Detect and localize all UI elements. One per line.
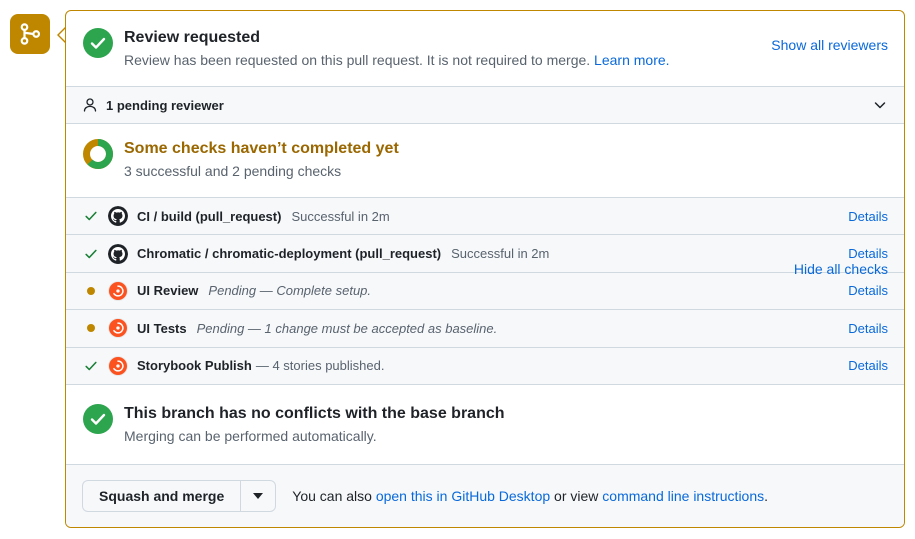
git-merge-icon: [20, 23, 41, 45]
squash-and-merge-button[interactable]: Squash and merge: [82, 479, 241, 512]
review-subtitle-text: Review has been requested on this pull r…: [124, 52, 591, 68]
github-avatar-icon: [108, 243, 128, 264]
github-avatar-icon: [108, 206, 128, 227]
table-row[interactable]: Storybook Publish — 4 stories published.…: [66, 347, 904, 385]
details-link[interactable]: Details: [848, 246, 888, 261]
review-requested-subtitle: Review has been requested on this pull r…: [124, 50, 888, 70]
pending-reviewer-bar[interactable]: 1 pending reviewer: [66, 86, 904, 124]
command-line-instructions-link[interactable]: command line instructions: [602, 488, 764, 504]
table-row[interactable]: UI Tests Pending — 1 change must be acce…: [66, 310, 904, 348]
merge-method-dropdown-button[interactable]: [240, 479, 277, 512]
check-name: Chromatic / chromatic-deployment (pull_r…: [137, 246, 442, 262]
details-link[interactable]: Details: [848, 209, 888, 224]
check-name: UI Review: [137, 283, 199, 299]
review-success-icon: [82, 27, 114, 59]
checks-status-subtitle: 3 successful and 2 pending checks: [124, 163, 342, 179]
merge-box-card: Review requested Review has been request…: [65, 10, 905, 528]
conflicts-title: This branch has no conflicts with the ba…: [124, 404, 505, 422]
timeline-merge-badge: [10, 14, 50, 54]
hide-all-checks-link[interactable]: Hide all checks: [794, 261, 888, 277]
details-link[interactable]: Details: [848, 358, 888, 373]
checks-header-section: Some checks haven’t completed yet 3 succ…: [66, 124, 904, 277]
review-requested-section: Review requested Review has been request…: [66, 11, 904, 86]
chromatic-avatar-icon: [108, 355, 128, 376]
check-description: Pending — Complete setup.: [208, 283, 372, 299]
chromatic-avatar-icon: [108, 318, 128, 339]
learn-more-link[interactable]: Learn more.: [594, 52, 669, 68]
footer-note-suffix: .: [764, 487, 769, 504]
table-row[interactable]: UI Review Pending — Complete setup. Deta…: [66, 272, 904, 311]
check-description: — 4 stories published.: [255, 358, 385, 374]
merge-conflicts-section: This branch has no conflicts with the ba…: [66, 385, 904, 465]
checks-status-title: Some checks haven’t completed yet: [124, 140, 399, 157]
pending-reviewer-label: 1 pending reviewer: [106, 97, 224, 113]
person-icon: [82, 97, 98, 113]
chevron-down-icon: [253, 492, 264, 499]
details-link[interactable]: Details: [848, 283, 888, 298]
checks-list: CI / build (pull_request) Successful in …: [66, 198, 904, 385]
chromatic-avatar-icon: [108, 280, 128, 301]
merge-footer: Squash and merge You can also open this …: [66, 464, 904, 527]
checks-pending-donut-icon: [82, 138, 114, 170]
check-description: Pending — 1 change must be accepted as b…: [196, 320, 498, 336]
check-success-icon: [82, 209, 100, 223]
check-name: UI Tests: [137, 320, 187, 336]
check-description: Successful in 2m: [291, 208, 390, 224]
footer-note: You can also open this in GitHub Desktop…: [292, 486, 768, 506]
github-desktop-link[interactable]: open this in GitHub Desktop: [376, 488, 550, 504]
table-row[interactable]: Chromatic / chromatic-deployment (pull_r…: [66, 235, 904, 273]
check-pending-icon: [82, 286, 100, 295]
check-name: Storybook Publish: [137, 358, 252, 374]
merge-button-group: Squash and merge: [82, 479, 277, 512]
check-pending-icon: [82, 324, 100, 333]
table-row[interactable]: CI / build (pull_request) Successful in …: [66, 198, 904, 236]
check-name: CI / build (pull_request): [137, 208, 282, 224]
details-link[interactable]: Details: [848, 321, 888, 336]
check-success-icon: [82, 359, 100, 373]
conflicts-subtitle: Merging can be performed automatically.: [124, 427, 377, 444]
chevron-down-icon[interactable]: [872, 97, 888, 113]
check-description: Successful in 2m: [451, 246, 550, 262]
footer-note-middle: or view: [550, 487, 603, 504]
check-success-icon: [82, 247, 100, 261]
show-all-reviewers-link[interactable]: Show all reviewers: [771, 37, 888, 53]
conflicts-success-icon: [82, 403, 114, 435]
footer-note-prefix: You can also: [292, 487, 376, 504]
